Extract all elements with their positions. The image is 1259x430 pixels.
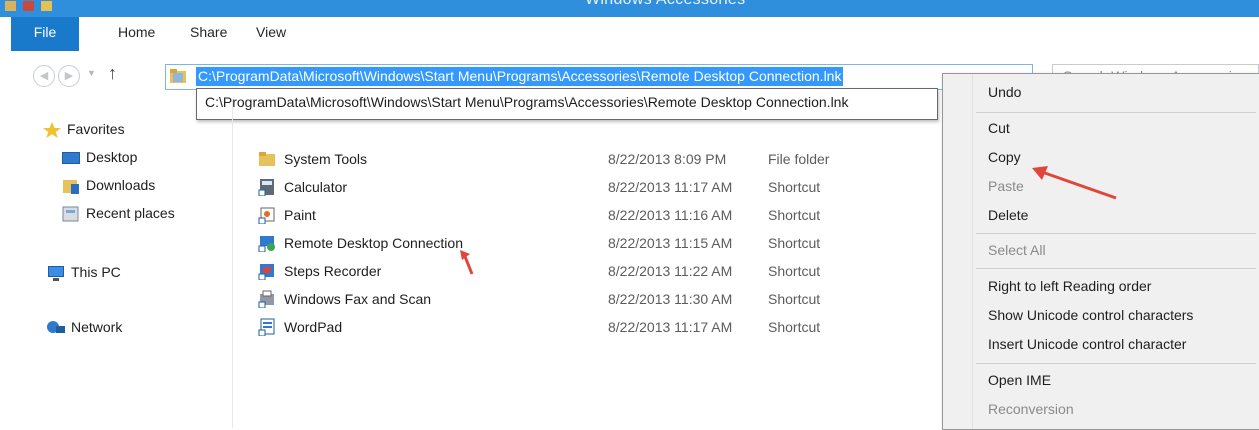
back-button[interactable]: ◀ — [33, 65, 55, 87]
file-row-system-tools[interactable]: System Tools 8/22/2013 8:09 PM File fold… — [258, 146, 948, 174]
menu-separator — [976, 363, 1256, 364]
annotation-arrow-icon — [1032, 166, 1117, 200]
window-title: Windows Accessories — [585, 0, 745, 9]
folder-icon — [259, 152, 275, 166]
file-row-remote-desktop[interactable]: Remote Desktop Connection 8/22/2013 11:1… — [258, 230, 948, 258]
recent-locations-icon[interactable]: ▼ — [87, 68, 96, 78]
tab-view[interactable]: View — [256, 24, 286, 40]
menu-open-ime[interactable]: Open IME — [988, 372, 1051, 388]
remote-desktop-icon — [258, 236, 275, 252]
autocomplete-item[interactable]: C:\ProgramData\Microsoft\Windows\Start M… — [205, 94, 848, 110]
menu-delete[interactable]: Delete — [988, 207, 1028, 223]
title-bar: Windows Accessories — [0, 0, 1259, 17]
menu-separator — [976, 233, 1256, 234]
menu-paste[interactable]: Paste — [988, 178, 1024, 194]
tab-share[interactable]: Share — [190, 24, 227, 40]
steps-recorder-icon — [258, 264, 274, 280]
menu-show-unicode[interactable]: Show Unicode control characters — [988, 307, 1193, 323]
save-icon[interactable] — [4, 1, 17, 11]
calculator-icon — [258, 179, 274, 196]
recent-places-icon — [62, 206, 79, 222]
menu-undo[interactable]: Undo — [988, 84, 1021, 100]
menu-separator — [976, 268, 1256, 269]
address-autocomplete[interactable]: C:\ProgramData\Microsoft\Windows\Start M… — [196, 88, 938, 120]
file-row-steps-recorder[interactable]: Steps Recorder 8/22/2013 11:22 AM Shortc… — [258, 258, 948, 286]
file-row-fax-scan[interactable]: Windows Fax and Scan 8/22/2013 11:30 AM … — [258, 286, 948, 314]
file-row-paint[interactable]: Paint 8/22/2013 11:16 AM Shortcut — [258, 202, 948, 230]
menu-reconversion[interactable]: Reconversion — [988, 401, 1074, 417]
file-row-calculator[interactable]: Calculator 8/22/2013 11:17 AM Shortcut — [258, 174, 948, 202]
menu-insert-unicode[interactable]: Insert Unicode control character — [988, 336, 1186, 352]
paint-icon — [258, 207, 275, 224]
folder-icon — [170, 69, 186, 83]
ribbon: File Home Share View — [0, 17, 1259, 52]
menu-cut[interactable]: Cut — [988, 120, 1010, 136]
folder-icon[interactable] — [40, 1, 53, 11]
desktop-icon — [62, 152, 80, 164]
downloads-icon — [63, 180, 79, 194]
navigation-pane: Favorites Desktop Downloads Recent place… — [0, 99, 233, 428]
up-arrow-icon[interactable]: ↑ — [108, 63, 117, 84]
menu-copy[interactable]: Copy — [988, 149, 1021, 165]
context-menu: Undo Cut Copy Paste Delete Select All Ri… — [942, 73, 1259, 430]
network-icon — [47, 321, 65, 333]
tab-file[interactable]: File — [11, 17, 79, 51]
wordpad-icon — [258, 318, 275, 336]
fax-scan-icon — [258, 290, 274, 308]
undo-icon[interactable] — [22, 1, 35, 11]
annotation-arrow-icon — [460, 250, 474, 275]
star-icon — [43, 122, 61, 138]
menu-rtl-reading-order[interactable]: Right to left Reading order — [988, 278, 1151, 294]
address-path[interactable]: C:\ProgramData\Microsoft\Windows\Start M… — [196, 67, 844, 86]
forward-button[interactable]: ▶ — [58, 65, 80, 87]
menu-separator — [976, 112, 1256, 113]
tab-home[interactable]: Home — [118, 24, 155, 40]
file-row-wordpad[interactable]: WordPad 8/22/2013 11:17 AM Shortcut — [258, 314, 948, 342]
address-bar[interactable]: C:\ProgramData\Microsoft\Windows\Start M… — [165, 64, 1033, 90]
computer-icon — [48, 266, 64, 281]
menu-select-all[interactable]: Select All — [988, 242, 1046, 258]
